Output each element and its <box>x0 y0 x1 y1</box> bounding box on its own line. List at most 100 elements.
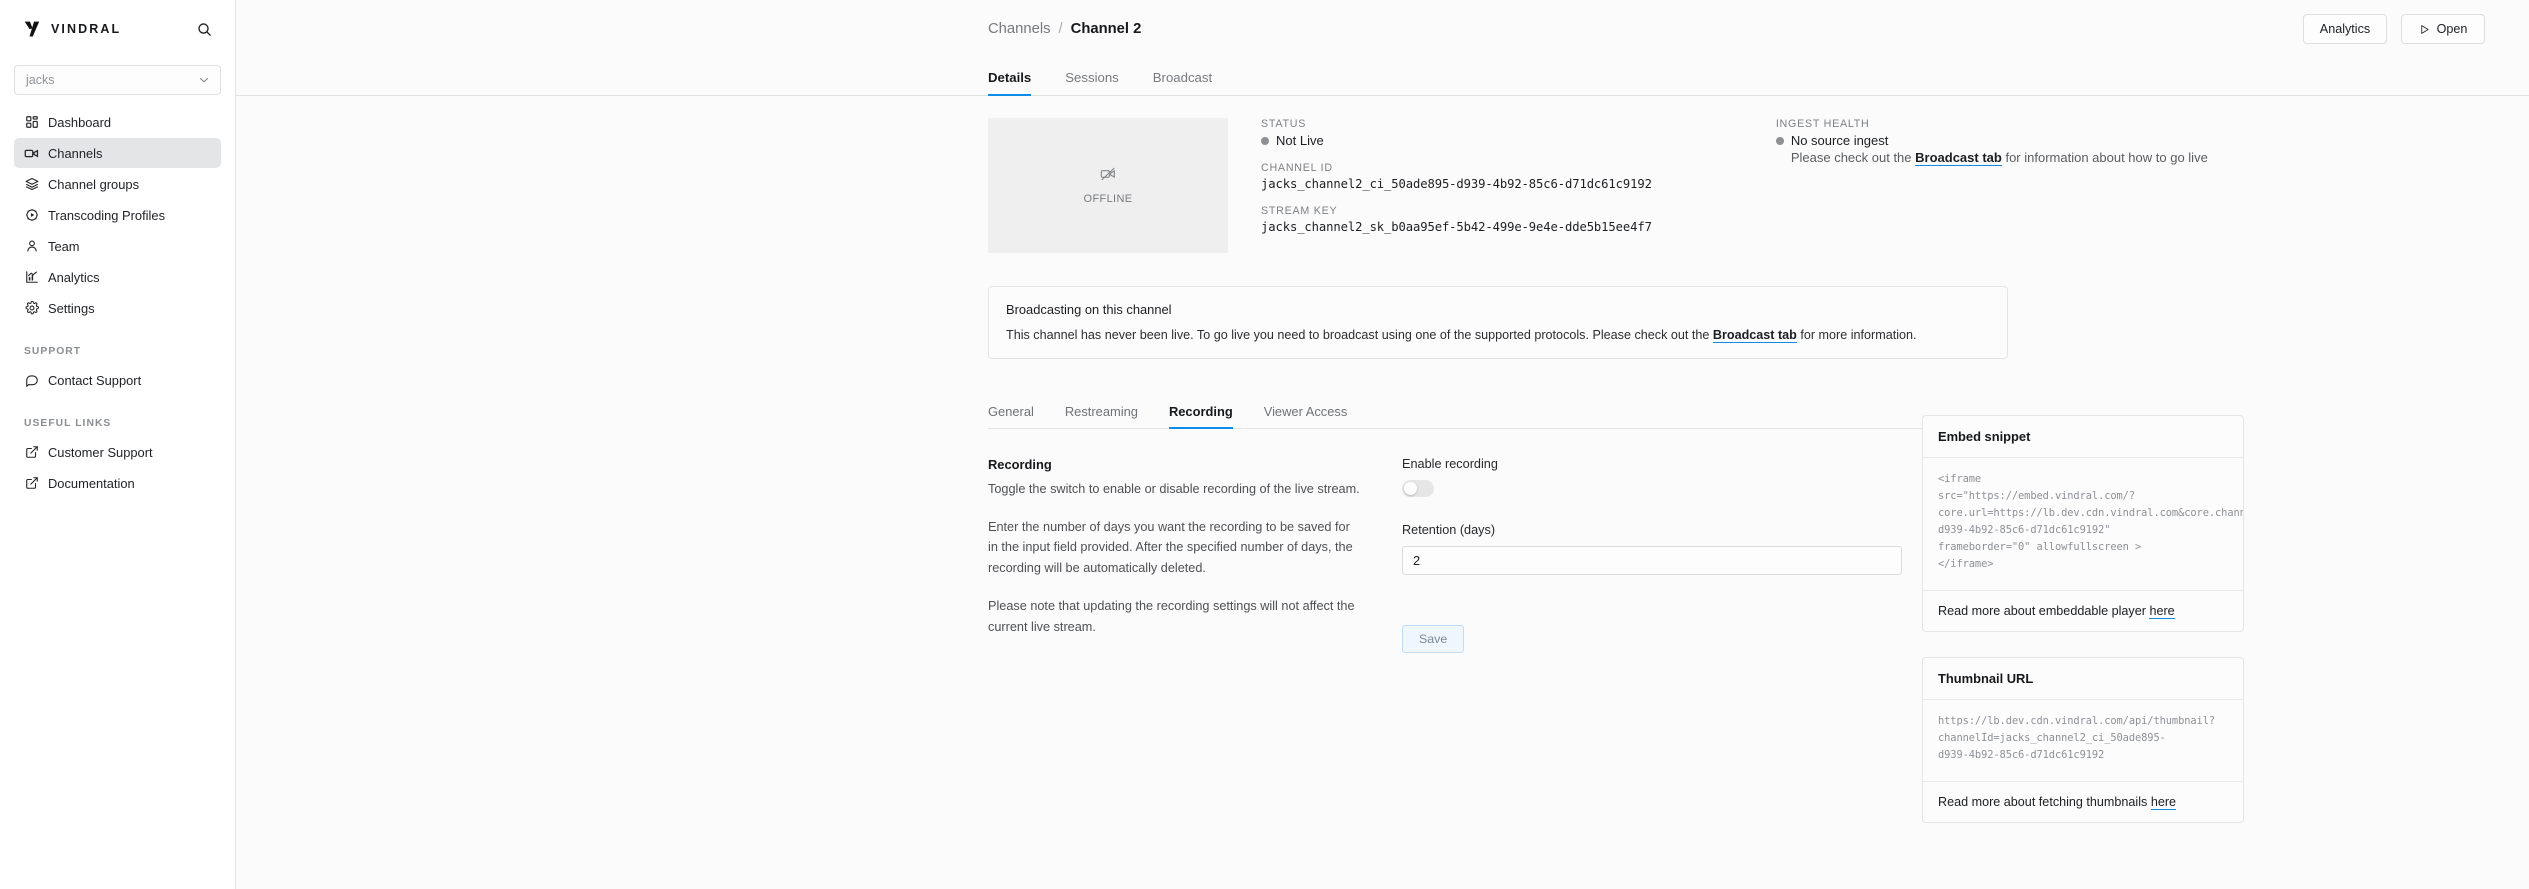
main-content: Channels / Channel 2 Analytics Open Deta… <box>236 0 2529 889</box>
sidebar-item-contact-support[interactable]: Contact Support <box>14 365 221 395</box>
stream-key-block: STREAM KEY jacks_channel2_sk_b0aa95ef-5b… <box>1261 205 1652 234</box>
recording-paragraph: Toggle the switch to enable or disable r… <box>988 482 1360 496</box>
thumbnail-here-link[interactable]: here <box>2150 794 2177 810</box>
recording-heading: Recording <box>988 457 1052 472</box>
subtab-viewer-access[interactable]: Viewer Access <box>1264 404 1348 429</box>
channel-id-block: CHANNEL ID jacks_channel2_ci_50ade895-d9… <box>1261 162 1652 191</box>
chevron-down-icon <box>197 73 211 87</box>
sidebar: VINDRAL jacks Dashboard Channels Channel… <box>0 0 236 889</box>
channel-id-label: CHANNEL ID <box>1261 162 1333 174</box>
tab-sessions[interactable]: Sessions <box>1065 70 1119 96</box>
ingest-health-value: No source ingest <box>1790 133 1889 148</box>
subtab-restreaming[interactable]: Restreaming <box>1065 404 1138 429</box>
analytics-button[interactable]: Analytics <box>2303 14 2387 44</box>
notice-body: This channel has never been live. To go … <box>1006 328 1990 343</box>
sidebar-item-channels[interactable]: Channels <box>14 138 221 168</box>
sidebar-item-label: Analytics <box>48 269 100 285</box>
tab-broadcast[interactable]: Broadcast <box>1153 70 1212 96</box>
sidebar-item-label: Team <box>48 238 80 254</box>
embed-snippet-code[interactable]: <iframe src="https://embed.vindral.com/?… <box>1923 458 2243 590</box>
sidebar-section-useful-links: USEFUL LINKS <box>24 418 112 429</box>
layers-stack-icon <box>24 177 39 192</box>
sidebar-brand-row: VINDRAL <box>14 0 221 58</box>
external-link-icon <box>24 445 39 460</box>
channel-id-value[interactable]: jacks_channel2_ci_50ade895-d939-4b92-85c… <box>1261 177 1652 191</box>
vindral-v-logo-icon <box>22 19 42 39</box>
ingest-health-badge: No source ingest <box>1775 133 2208 148</box>
video-camera-icon <box>24 146 39 161</box>
breadcrumb: Channels / Channel 2 <box>988 21 1141 37</box>
sidebar-section-support: SUPPORT <box>24 346 82 357</box>
sidebar-support-nav: Contact Support <box>14 365 221 395</box>
sidebar-item-dashboard[interactable]: Dashboard <box>14 107 221 137</box>
ingest-hint-after: for information about how to go live <box>2001 150 2208 165</box>
thumbnail-url-code[interactable]: https://lb.dev.cdn.vindral.com/api/thumb… <box>1923 700 2243 781</box>
subtab-recording[interactable]: Recording <box>1168 404 1233 429</box>
tab-details[interactable]: Details <box>988 70 1032 96</box>
play-triangle-icon <box>2419 24 2430 35</box>
chat-bubble-icon <box>24 373 39 388</box>
broadcast-tab-link[interactable]: Broadcast tab <box>1915 150 2002 166</box>
gear-play-icon <box>24 208 39 223</box>
breadcrumb-parent[interactable]: Channels <box>988 21 1051 37</box>
sidebar-item-transcoding-profiles[interactable]: Transcoding Profiles <box>14 200 221 230</box>
stream-key-label: STREAM KEY <box>1261 205 1338 217</box>
breadcrumb-current: Channel 2 <box>1070 21 1142 37</box>
status-dot-icon <box>1261 136 1269 145</box>
sidebar-item-label: Channel groups <box>48 176 140 192</box>
enable-recording-label: Enable recording <box>1402 457 1498 471</box>
sidebar-item-documentation[interactable]: Documentation <box>14 468 221 498</box>
embed-snippet-footer: Read more about embeddable player here <box>1923 589 2243 631</box>
recording-panel: Recording Toggle the switch to enable or… <box>988 429 2529 653</box>
recording-form: Enable recording Retention (days) Save <box>1402 457 1902 653</box>
bar-chart-icon <box>24 270 39 285</box>
sidebar-item-label: Contact Support <box>48 372 142 388</box>
open-button[interactable]: Open <box>2401 14 2485 44</box>
enable-recording-toggle[interactable] <box>1402 480 1434 497</box>
retention-days-label: Retention (days) <box>1402 523 1496 537</box>
sidebar-item-label: Settings <box>48 300 95 316</box>
sidebar-nav: Dashboard Channels Channel groups Transc… <box>14 107 221 323</box>
sidebar-item-customer-support[interactable]: Customer Support <box>14 437 221 467</box>
broadcasting-notice: Broadcasting on this channel This channe… <box>988 286 2008 359</box>
stream-key-value[interactable]: jacks_channel2_sk_b0aa95ef-5b42-499e-9e4… <box>1261 220 1652 234</box>
ingest-health-hint: Please check out the Broadcast tab for i… <box>1790 150 2208 166</box>
toggle-knob <box>1404 482 1417 495</box>
retention-days-input[interactable] <box>1402 546 1902 575</box>
sidebar-item-team[interactable]: Team <box>14 231 221 261</box>
thumbnail-url-footer: Read more about fetching thumbnails here <box>1923 780 2243 822</box>
sidebar-item-label: Channels <box>48 145 103 161</box>
topbar: Channels / Channel 2 Analytics Open <box>236 0 2529 58</box>
save-button[interactable]: Save <box>1402 625 1465 653</box>
thumbnail-footer-text: Read more about fetching thumbnails <box>1938 794 2151 809</box>
channel-meta: STATUS Not Live CHANNEL ID jacks_channel… <box>1228 118 1652 253</box>
thumbnail-offline-label: OFFLINE <box>1083 193 1133 205</box>
recording-paragraph: Enter the number of days you want the re… <box>988 519 1353 576</box>
org-selector[interactable]: jacks <box>14 65 221 95</box>
gear-icon <box>24 301 39 316</box>
external-link-icon <box>24 476 39 491</box>
notice-broadcast-tab-link[interactable]: Broadcast tab <box>1712 328 1797 343</box>
side-cards: Embed snippet <iframe src="https://embed… <box>1922 415 2244 848</box>
thumbnail-url-title: Thumbnail URL <box>1923 658 2243 700</box>
breadcrumb-separator: / <box>1058 21 1063 37</box>
search-icon[interactable] <box>193 18 215 40</box>
sidebar-item-label: Customer Support <box>48 444 153 460</box>
channel-overview: OFFLINE STATUS Not Live CHANNEL ID jacks… <box>988 96 2529 253</box>
subtab-general[interactable]: General <box>988 404 1034 429</box>
status-label: STATUS <box>1261 118 1307 130</box>
embed-here-link[interactable]: here <box>2149 603 2175 619</box>
video-off-icon <box>1100 166 1116 187</box>
topbar-actions: Analytics Open <box>2303 14 2485 44</box>
settings-subtabs: General Restreaming Recording Viewer Acc… <box>988 393 2008 429</box>
open-button-label: Open <box>2436 22 2468 36</box>
sidebar-item-label: Transcoding Profiles <box>48 207 166 223</box>
sidebar-item-channel-groups[interactable]: Channel groups <box>14 169 221 199</box>
ingest-hint-before: Please check out the <box>1790 150 1916 165</box>
brand[interactable]: VINDRAL <box>22 19 121 39</box>
sidebar-item-analytics[interactable]: Analytics <box>14 262 221 292</box>
status-block: STATUS Not Live <box>1261 118 1652 148</box>
sidebar-item-settings[interactable]: Settings <box>14 293 221 323</box>
ingest-health-dot-icon <box>1775 136 1784 145</box>
